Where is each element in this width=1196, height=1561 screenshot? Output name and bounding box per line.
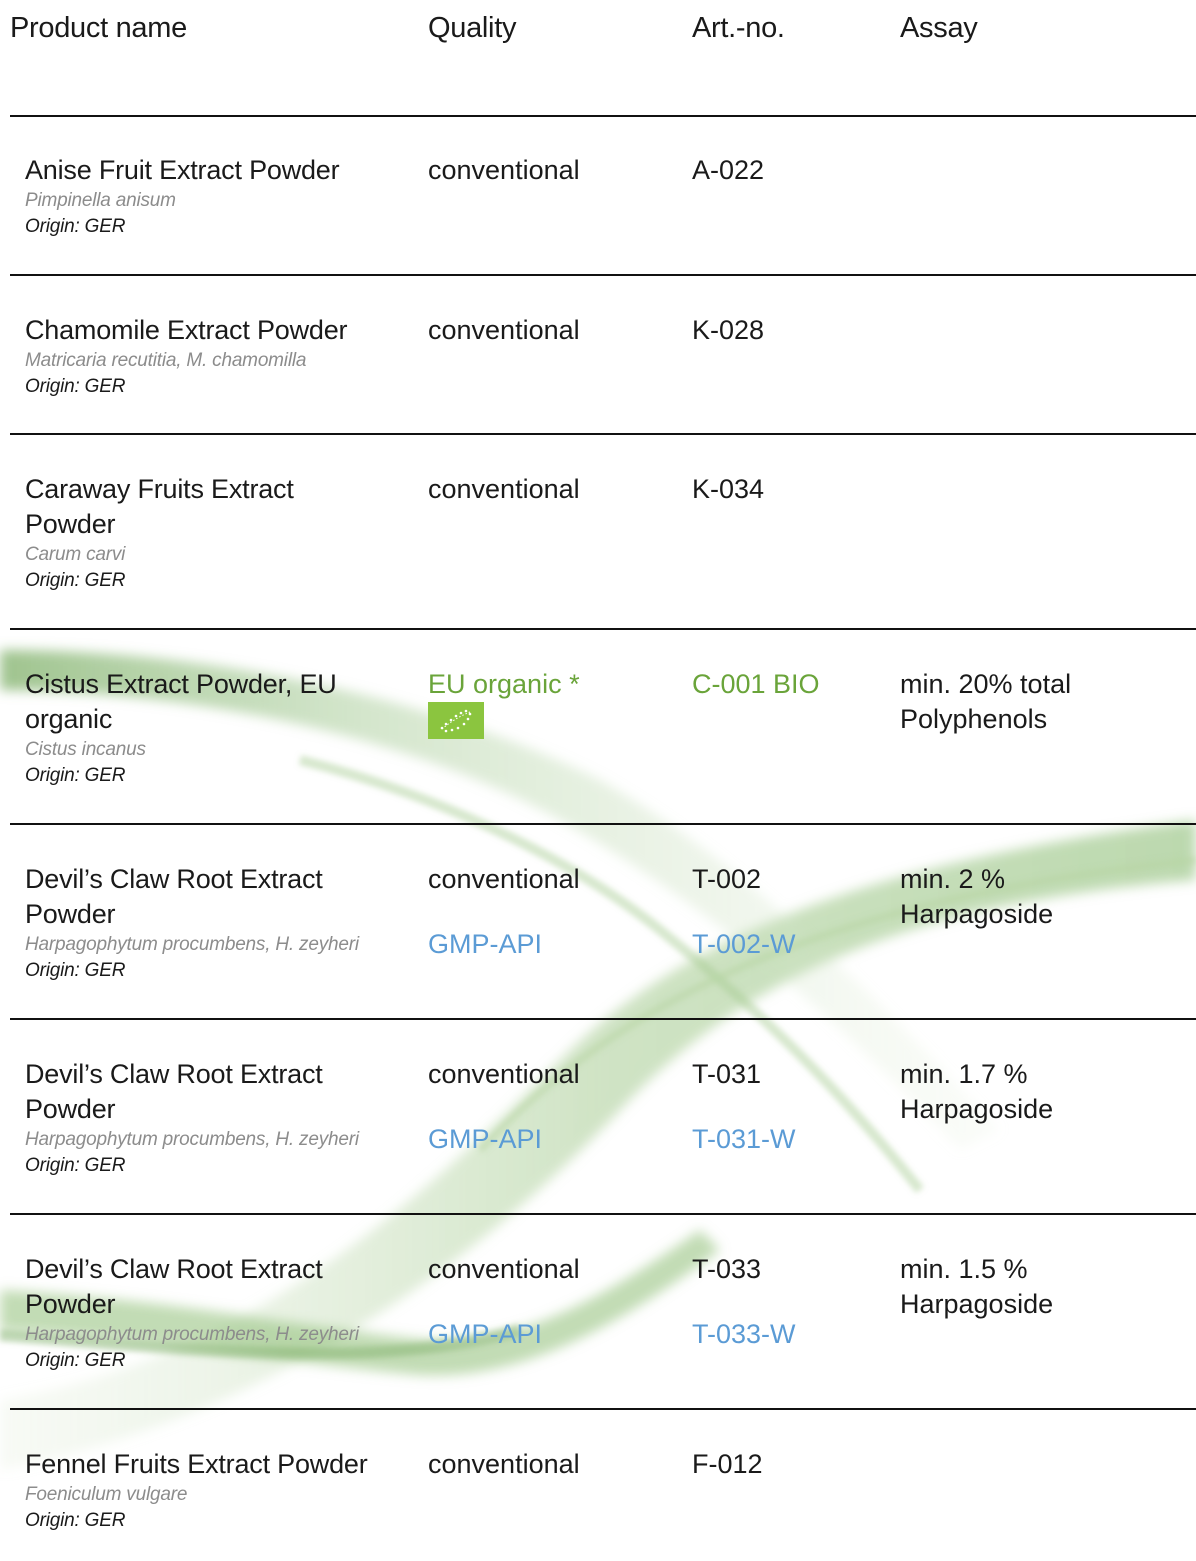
art-no-cell: A-022 [692,155,765,185]
row-divider [10,274,1196,276]
product-name: Chamomile Extract Powder [25,315,348,345]
art-no: T-033 [692,1254,762,1284]
origin: Origin: GER [25,1155,126,1176]
quality-cell: conventional [428,155,580,185]
quality-conventional: conventional [428,1059,580,1089]
art-no-link[interactable]: C-001 BIO [692,667,820,702]
row-divider [10,628,1196,630]
assay-cell: min. 1.7 % Harpagoside [900,1059,1054,1124]
header-product-name: Product name [10,12,187,44]
quality-link[interactable]: EU organic * [428,667,580,702]
quality-cell: conventional [428,474,580,504]
product-name: Caraway Fruits Extract Powder [25,474,294,539]
quality-gmp-link[interactable]: GMP-API [428,1122,580,1157]
table-header: Product name Quality Art.-no. Assay [0,0,1196,118]
quality-conventional: conventional [428,864,580,894]
header-quality: Quality [428,12,517,44]
header-assay: Assay [900,12,978,44]
latin-name: Foeniculum vulgare [25,1484,188,1505]
quality-conventional: conventional [428,1254,580,1284]
art-no-gmp-link[interactable]: T-031-W [692,1122,796,1157]
assay-cell: min. 20% total Polyphenols [900,669,1072,734]
product-cell: Chamomile Extract Powder Matricaria recu… [25,313,405,400]
product-cell: Caraway Fruits Extract Powder Carum carv… [25,472,355,594]
quality-cell: conventional GMP-API [428,1252,580,1352]
art-no-cell: F-012 [692,1449,763,1479]
latin-name: Pimpinella anisum [25,190,176,211]
quality-cell: EU organic * [428,667,580,739]
quality-cell: conventional GMP-API [428,1057,580,1157]
row-divider [10,1018,1196,1020]
product-name: Devil’s Claw Root Extract Powder [25,1254,323,1319]
assay-cell: min. 1.5 % Harpagoside [900,1254,1054,1319]
quality-cell: conventional [428,1449,580,1479]
product-cell: Devil’s Claw Root Extract Powder Harpago… [25,1252,359,1374]
product-cell: Devil’s Claw Root Extract Powder Harpago… [25,1057,359,1179]
product-cell: Cistus Extract Powder, EU organic Cistus… [25,667,355,789]
origin: Origin: GER [25,216,126,237]
origin: Origin: GER [25,376,126,397]
latin-name: Harpagophytum procumbens, H. zeyheri [25,1129,359,1150]
product-name: Devil’s Claw Root Extract Powder [25,864,323,929]
assay-cell: min. 2 % Harpagoside [900,864,1054,929]
quality-gmp-link[interactable]: GMP-API [428,1317,580,1352]
product-name: Cistus Extract Powder, EU organic [25,669,337,734]
header-art-no: Art.-no. [692,12,785,44]
row-divider [10,1408,1196,1410]
art-no-cell: T-033 T-033-W [692,1252,796,1352]
row-divider [10,433,1196,435]
origin: Origin: GER [25,1510,126,1531]
quality-cell: conventional GMP-API [428,862,580,962]
product-name: Fennel Fruits Extract Powder [25,1449,368,1479]
row-divider [10,115,1196,117]
latin-name: Matricaria recutitia, M. chamomilla [25,350,307,371]
product-cell: Fennel Fruits Extract Powder Foeniculum … [25,1447,405,1534]
latin-name: Carum carvi [25,544,126,565]
product-cell: Devil’s Claw Root Extract Powder Harpago… [25,862,359,984]
art-no-gmp-link[interactable]: T-002-W [692,927,796,962]
art-no-cell: T-002 T-002-W [692,862,796,962]
latin-name: Harpagophytum procumbens, H. zeyheri [25,1324,359,1345]
product-cell: Anise Fruit Extract Powder Pimpinella an… [25,153,405,240]
art-no-gmp-link[interactable]: T-033-W [692,1317,796,1352]
art-no-cell: K-034 [692,474,765,504]
product-name: Anise Fruit Extract Powder [25,155,340,185]
art-no: T-031 [692,1059,762,1089]
origin: Origin: GER [25,960,126,981]
quality-gmp-link[interactable]: GMP-API [428,927,580,962]
latin-name: Harpagophytum procumbens, H. zeyheri [25,934,359,955]
art-no: T-002 [692,864,762,894]
row-divider [10,823,1196,825]
art-no-cell: T-031 T-031-W [692,1057,796,1157]
latin-name: Cistus incanus [25,739,146,760]
origin: Origin: GER [25,570,126,591]
origin: Origin: GER [25,765,126,786]
product-name: Devil’s Claw Root Extract Powder [25,1059,323,1124]
quality-cell: conventional [428,315,580,345]
eu-organic-leaf-icon [428,702,484,739]
row-divider [10,1213,1196,1215]
origin: Origin: GER [25,1350,126,1371]
art-no-cell: K-028 [692,315,765,345]
